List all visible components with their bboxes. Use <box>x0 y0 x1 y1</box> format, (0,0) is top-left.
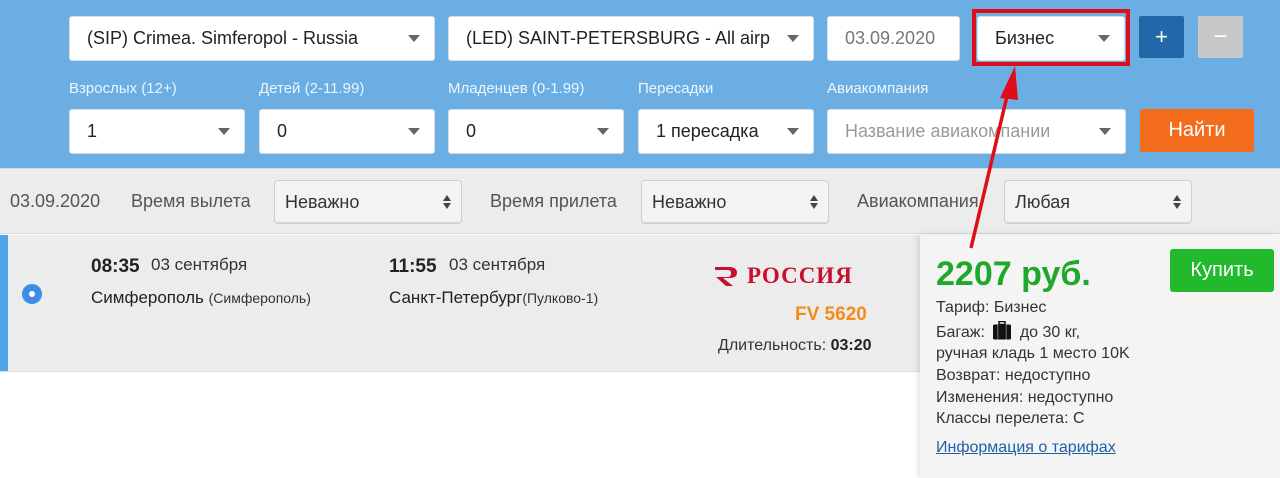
flight-radio[interactable] <box>22 284 42 304</box>
tariff-info: Тариф: Бизнес <box>936 299 1047 316</box>
duration-value: 03:20 <box>830 337 872 354</box>
chevron-down-icon <box>787 128 799 135</box>
arrival-city-name: Санкт-Петербург <box>389 288 523 307</box>
airline-filter-value: Любая <box>1015 191 1070 212</box>
destination-value: (LED) SAINT-PETERSBURG - All airp <box>466 28 771 48</box>
date-value: 03.09.2020 <box>845 28 936 48</box>
arrival-city: Санкт-Петербург(Пулково-1) <box>389 288 598 308</box>
updown-icon <box>810 195 818 209</box>
updown-icon <box>443 195 451 209</box>
chevron-down-icon <box>597 128 609 135</box>
chevron-down-icon <box>218 128 230 135</box>
departure-airport: (Симферополь) <box>208 290 311 306</box>
flight-duration: Длительность: 03:20 <box>718 337 872 355</box>
chevron-down-icon <box>408 35 420 42</box>
rossiya-logo-icon <box>715 267 737 286</box>
arrival-time: 11:55 <box>389 256 437 277</box>
airline-placeholder: Название авиакомпании <box>845 121 1051 141</box>
children-value: 0 <box>277 121 288 141</box>
remove-route-button[interactable]: − <box>1198 16 1243 58</box>
departure-city-name: Симферополь <box>91 288 204 307</box>
price: 2207 руб. <box>936 255 1091 293</box>
chevron-down-icon <box>408 128 420 135</box>
find-button[interactable]: Найти <box>1140 109 1254 152</box>
transfers-select[interactable]: 1 пересадка <box>638 109 814 154</box>
departure-date: 03 сентября <box>151 255 248 274</box>
tariff-info-link[interactable]: Информация о тарифах <box>936 439 1116 457</box>
children-select[interactable]: 0 <box>259 109 435 154</box>
arrival-airport: (Пулково-1) <box>522 290 599 306</box>
airline-label: Авиакомпания <box>827 80 929 97</box>
adults-label: Взрослых (12+) <box>69 80 177 97</box>
date-input[interactable]: 03.09.2020 <box>827 16 960 61</box>
infants-select[interactable]: 0 <box>448 109 624 154</box>
classes-info: Классы перелета: C <box>936 410 1085 427</box>
updown-icon <box>1173 195 1181 209</box>
adults-select[interactable]: 1 <box>69 109 245 154</box>
children-label: Детей (2-11.99) <box>259 80 365 97</box>
hand-luggage-info: ручная кладь 1 место 10K <box>936 345 1130 362</box>
baggage-prefix: Багаж: <box>936 324 985 341</box>
transfers-label: Пересадки <box>638 80 714 97</box>
search-panel: (SIP) Crimea. Simferopol - Russia (LED) … <box>0 0 1280 168</box>
departure-time-select[interactable]: Неважно <box>274 180 462 224</box>
infants-value: 0 <box>466 121 477 141</box>
departure-city: Симферополь (Симферополь) <box>91 288 311 308</box>
flight-number: FV 5620 <box>795 304 867 325</box>
departure-time-label: Время вылета <box>131 191 251 211</box>
adults-value: 1 <box>87 121 98 141</box>
buy-button[interactable]: Купить <box>1170 249 1274 292</box>
baggage-suffix: до 30 кг, <box>1019 324 1081 341</box>
airline-search-input[interactable]: Название авиакомпании <box>827 109 1126 154</box>
transfers-value: 1 пересадка <box>656 121 759 141</box>
arrival-time-label: Время прилета <box>490 191 617 211</box>
airline-filter-select[interactable]: Любая <box>1004 180 1192 224</box>
price-card: 2207 руб. Купить Тариф: Бизнес Багаж: до… <box>920 235 1280 478</box>
add-route-button[interactable]: + <box>1139 16 1184 58</box>
airline-logo: РОССИЯ <box>713 263 853 289</box>
row-accent <box>0 235 8 371</box>
suitcase-icon <box>992 320 1012 345</box>
duration-label: Длительность: <box>718 337 827 354</box>
destination-select[interactable]: (LED) SAINT-PETERSBURG - All airp <box>448 16 814 61</box>
origin-select[interactable]: (SIP) Crimea. Simferopol - Russia <box>69 16 435 61</box>
filter-bar: 03.09.2020 Время вылета Неважно Время пр… <box>0 168 1280 234</box>
changes-info: Изменения: недоступно <box>936 389 1114 406</box>
refund-info: Возврат: недоступно <box>936 367 1091 384</box>
filter-date: 03.09.2020 <box>10 191 101 211</box>
airline-filter-label: Авиакомпания <box>857 191 979 211</box>
highlight-annotation <box>972 9 1130 66</box>
departure-time-value: Неважно <box>285 191 360 212</box>
arrival-time-select[interactable]: Неважно <box>641 180 829 224</box>
arrival-time-value: Неважно <box>652 191 727 212</box>
chevron-down-icon <box>787 35 799 42</box>
departure-time: 08:35 <box>91 256 140 277</box>
chevron-down-icon <box>1099 128 1111 135</box>
origin-value: (SIP) Crimea. Simferopol - Russia <box>87 28 359 48</box>
airline-name: РОССИЯ <box>747 263 853 288</box>
infants-label: Младенцев (0-1.99) <box>448 80 585 97</box>
baggage-info: Багаж: до 30 кг, <box>936 320 1081 345</box>
arrival-date: 03 сентября <box>449 255 546 274</box>
